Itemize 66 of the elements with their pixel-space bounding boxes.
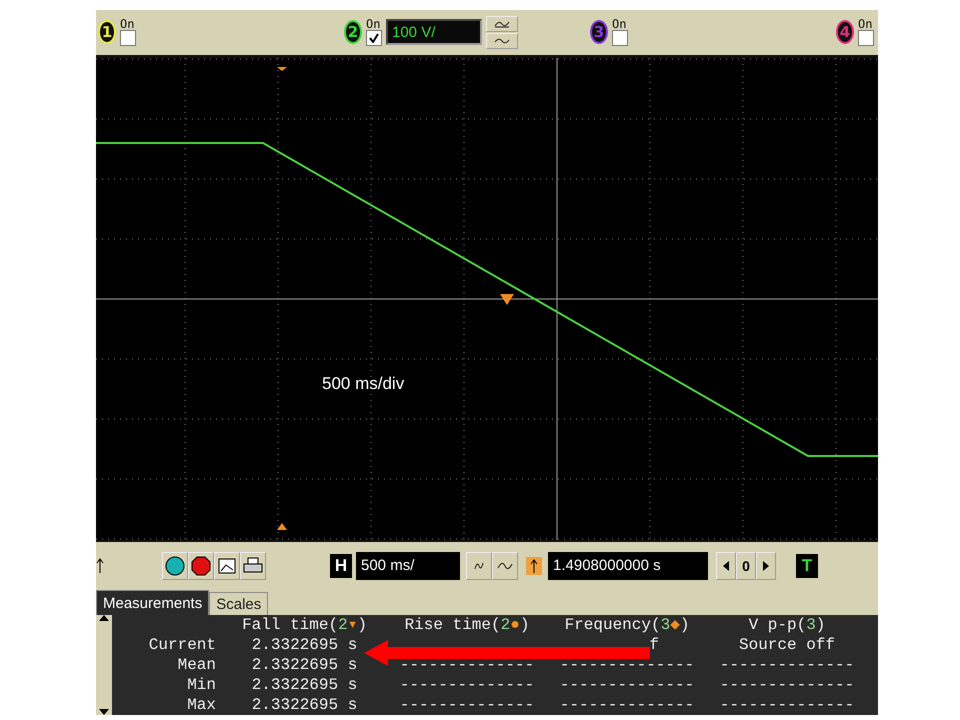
waveform-button[interactable]	[466, 552, 492, 580]
timebase-field[interactable]: 500 ms/	[356, 552, 460, 580]
delay-field[interactable]: 1.4908000000 s	[548, 552, 708, 580]
image-button[interactable]	[214, 552, 240, 580]
table-cell-text: --------------	[398, 695, 536, 715]
table-cell-text: 2.3322695 s	[250, 695, 358, 715]
row-label: Current	[148, 635, 217, 655]
table-cell-text: 2.3322695 s	[250, 635, 358, 655]
channel-number[interactable]: 4	[836, 20, 854, 44]
previous-button[interactable]	[716, 552, 736, 580]
tab[interactable]: Measurements	[96, 590, 210, 615]
wave-icon	[494, 20, 510, 28]
channel-checkbox[interactable]	[858, 30, 874, 46]
scroll-down-icon[interactable]	[99, 709, 109, 715]
table-cell-text: --------------	[558, 695, 696, 715]
trigger-label[interactable]: T	[796, 554, 818, 578]
channel-checkbox[interactable]	[120, 30, 136, 46]
channel-checkbox[interactable]	[612, 30, 628, 46]
coupling-button[interactable]	[486, 32, 518, 49]
left-triangle-icon	[722, 560, 730, 572]
run-button[interactable]	[162, 552, 188, 580]
tab[interactable]: Scales	[209, 592, 268, 615]
table-cell-text: f	[648, 635, 660, 655]
column-header: Frequency(3◆)	[564, 615, 690, 635]
channel-number[interactable]: 1	[98, 20, 116, 44]
table-cell-text: --------------	[558, 655, 696, 675]
check-icon	[369, 33, 379, 44]
channel-on-label: On	[366, 18, 380, 30]
table-cell-text: --------------	[558, 675, 696, 695]
arrow-icon[interactable]	[96, 558, 104, 574]
row-label: Max	[186, 695, 217, 715]
coupling-button[interactable]	[486, 16, 518, 32]
waveform-button[interactable]	[492, 552, 518, 580]
table-cell-text: --------------	[718, 695, 856, 715]
row-label: Min	[186, 675, 217, 695]
trigger-reference-icon[interactable]	[526, 556, 542, 575]
table-cell-text: --------------	[718, 675, 856, 695]
print-button[interactable]	[240, 552, 266, 580]
channel-on-label: On	[120, 18, 134, 30]
horizontal-label: H	[330, 554, 352, 578]
channel-on-label: On	[858, 18, 872, 30]
step-button[interactable]: 0	[736, 552, 756, 580]
marker-icon[interactable]	[277, 66, 287, 71]
annotation-label: 500 ms/div	[322, 374, 404, 394]
image-icon	[218, 558, 236, 574]
next-button[interactable]	[756, 552, 776, 580]
marker-icon[interactable]	[277, 522, 287, 530]
row-label: Mean	[176, 655, 217, 675]
column-header: Fall time(2▾)	[241, 615, 368, 635]
column-header: Rise time(2●)	[404, 615, 530, 635]
column-header: V p-p(3)	[748, 615, 826, 635]
wave-icon	[494, 36, 510, 45]
right-triangle-icon	[762, 560, 770, 572]
trigger-marker-icon[interactable]	[500, 294, 514, 305]
table-cell-text: 2.3322695 s	[250, 655, 358, 675]
stop-button[interactable]	[188, 552, 214, 580]
table-cell-text: --------------	[398, 655, 536, 675]
table-cell-text: 2.3322695 s	[250, 675, 358, 695]
channel-checkbox[interactable]	[366, 30, 382, 46]
channel-on-label: On	[612, 18, 626, 30]
table-cell-text: Source off	[738, 635, 836, 655]
channel-number[interactable]: 2	[344, 20, 362, 44]
arrow-icon	[364, 640, 650, 666]
table-cell-text: --------------	[718, 655, 856, 675]
volts-per-div-field[interactable]: 100 V/	[386, 19, 482, 46]
table-cell-text: --------------	[398, 675, 536, 695]
